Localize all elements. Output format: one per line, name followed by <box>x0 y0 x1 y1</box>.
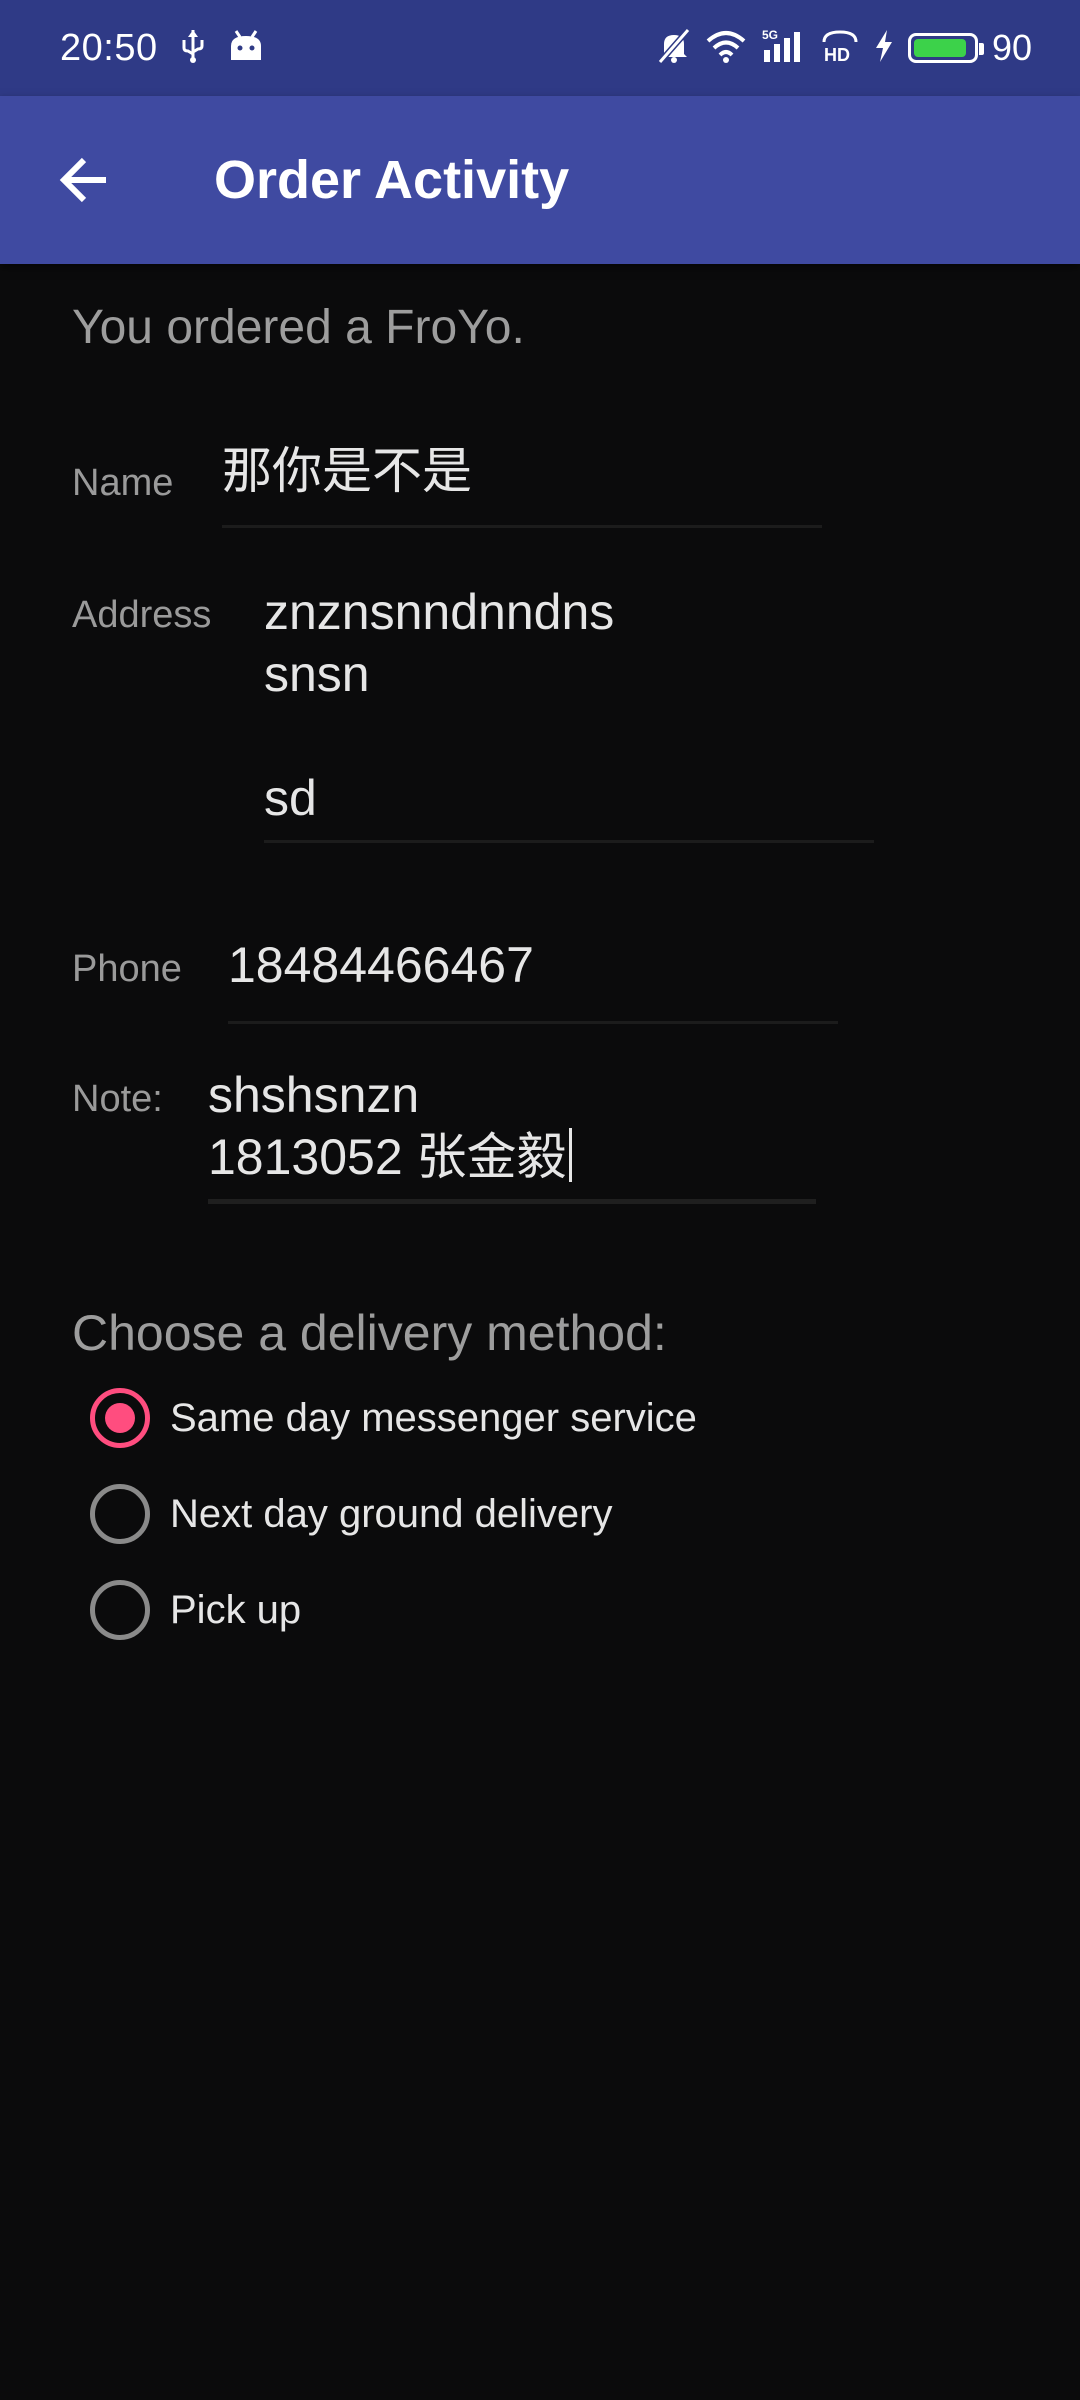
android-icon <box>228 30 264 66</box>
phone-label: Phone <box>72 948 182 990</box>
radio-option-pick-up[interactable]: Pick up <box>90 1580 301 1640</box>
battery-level: 90 <box>991 27 1032 68</box>
delivery-heading: Choose a delivery method: <box>72 1305 667 1361</box>
status-right: 5G HD 90 <box>656 27 1032 69</box>
address-field[interactable]: znznsnndnndns snsn sd <box>264 581 874 843</box>
back-button[interactable] <box>36 132 132 228</box>
ordered-text: You ordered a FroYo. <box>72 301 525 354</box>
hd-icon: HD <box>820 28 860 68</box>
charging-icon <box>874 29 894 67</box>
svg-text:HD: HD <box>824 45 850 64</box>
note-field[interactable]: shshsnzn 1813052 张金毅 <box>208 1064 816 1204</box>
radio-option-next-day[interactable]: Next day ground delivery <box>90 1484 612 1544</box>
text-cursor <box>568 1128 572 1182</box>
phone-field[interactable]: 18484466467 <box>228 934 838 1024</box>
app-bar: Order Activity <box>0 96 1080 264</box>
battery-fill <box>913 39 967 57</box>
wifi-icon <box>706 29 746 67</box>
note-text: shshsnzn 1813052 张金毅 <box>208 1067 567 1185</box>
page-title: Order Activity <box>214 150 570 210</box>
usb-icon <box>180 28 206 68</box>
mute-icon <box>656 28 692 68</box>
radio-option-same-day[interactable]: Same day messenger service <box>90 1388 697 1448</box>
battery-icon <box>907 33 984 63</box>
name-label: Name <box>72 462 174 504</box>
radio-selected-dot <box>105 1403 135 1433</box>
svg-text:5G: 5G <box>762 28 778 42</box>
radio-label: Pick up <box>170 1587 302 1632</box>
name-field[interactable]: 那你是不是 <box>222 440 822 528</box>
radio-button[interactable] <box>90 1580 150 1640</box>
status-bar: 20:50 5G HD 90 <box>0 0 1080 96</box>
arrow-back-icon <box>59 157 106 203</box>
status-time: 20:50 <box>60 26 158 69</box>
note-label: Note: <box>72 1078 163 1120</box>
status-left: 20:50 <box>60 27 264 70</box>
radio-label: Next day ground delivery <box>170 1491 613 1536</box>
address-label: Address <box>72 594 212 636</box>
radio-label: Same day messenger service <box>170 1395 697 1440</box>
5g-signal-icon: 5G <box>760 28 806 68</box>
radio-button[interactable] <box>90 1484 150 1544</box>
radio-button[interactable] <box>90 1388 150 1448</box>
